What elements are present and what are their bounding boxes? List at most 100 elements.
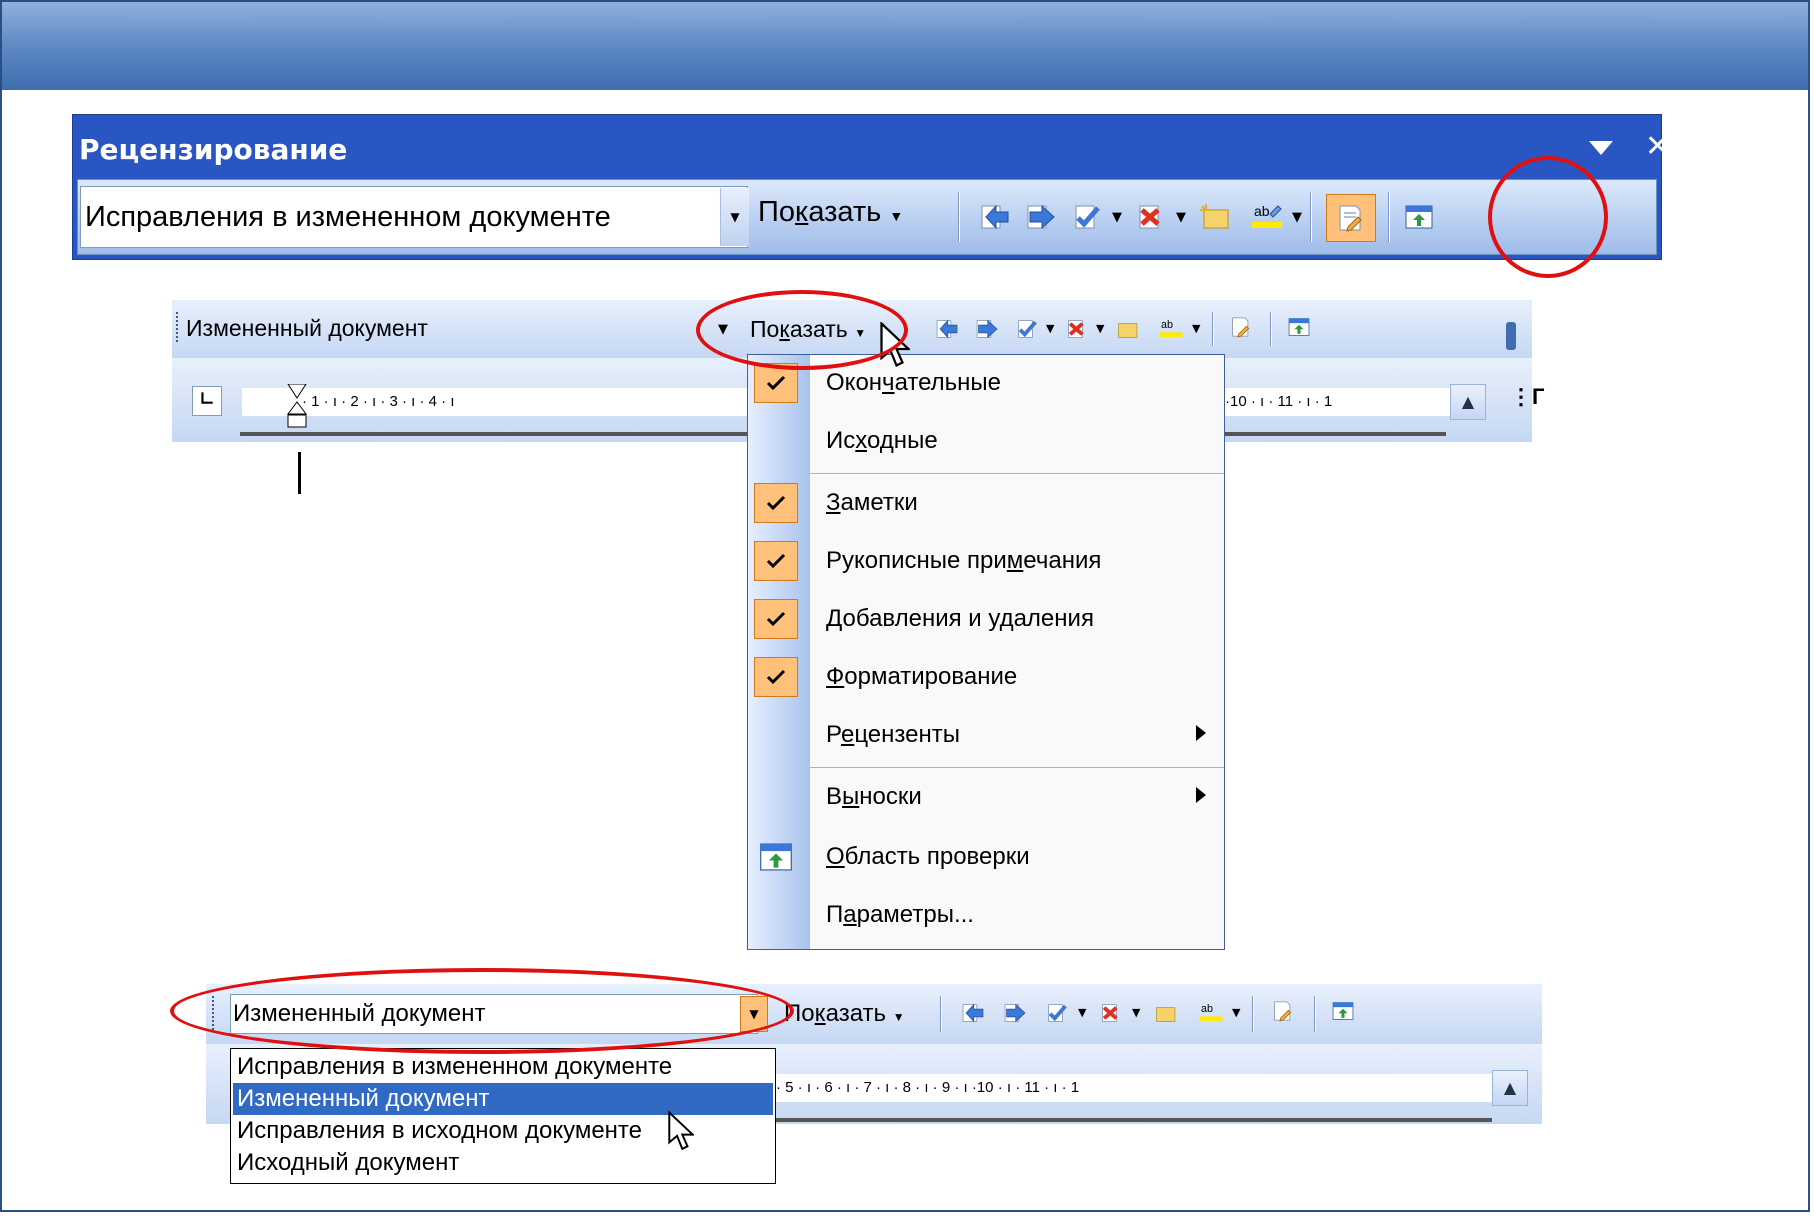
reviewing-pane-icon[interactable]	[1284, 314, 1314, 340]
ruler-ticks-bottom: · 5 · ı · 6 · ı · 7 · ı · 8 · ı · 9 · ı …	[776, 1079, 1080, 1096]
show-button-3[interactable]: Показать ▼	[784, 1000, 905, 1028]
previous-change-icon[interactable]	[976, 200, 1014, 234]
new-comment-icon[interactable]	[1112, 316, 1142, 342]
menu-item-balloons[interactable]: Выноски	[748, 771, 1224, 823]
toolbar-separator	[1310, 192, 1312, 242]
horizontal-ruler-bottom: · 5 · ı · 6 · ı · 7 · ı · 8 · ı · 9 · ı …	[776, 1074, 1496, 1102]
show-label-part1: По	[758, 196, 795, 228]
menu-item-label: Форматирование	[826, 663, 1018, 690]
submenu-arrow-icon	[1196, 787, 1206, 803]
accept-dropdown-arrow[interactable]: ▼	[1112, 210, 1122, 225]
menu-item-original[interactable]: Исходные	[748, 415, 1224, 467]
next-change-icon[interactable]	[1000, 1000, 1030, 1026]
reviewing-pane-icon[interactable]	[1400, 200, 1438, 234]
toolbar-separator	[1212, 312, 1214, 346]
ruler-ticks: · 1 · ı · 2 · ı · 3 · ı · 4 · ı	[302, 393, 455, 410]
horizontal-ruler: · 1 · ı · 2 · ı · 3 · ı · 4 · ı	[242, 388, 752, 416]
checkmark-icon	[754, 483, 798, 523]
highlight-dropdown-arrow[interactable]: ▼	[1192, 322, 1200, 335]
menu-item-label: Окончательные	[826, 369, 1002, 396]
show-label-hotkey-3: к	[814, 1000, 826, 1027]
close-icon[interactable]: ✕	[1645, 129, 1670, 164]
next-change-icon[interactable]	[1022, 200, 1060, 234]
new-comment-icon[interactable]	[1150, 1000, 1180, 1026]
highlight-icon[interactable]: ab	[1196, 998, 1226, 1024]
toolbar-separator	[940, 996, 942, 1032]
reject-change-icon[interactable]	[1062, 316, 1092, 342]
annotation-oval-show-button	[696, 290, 908, 370]
annotation-circle-track-changes	[1488, 156, 1608, 278]
show-label-part2-3: азать	[825, 1000, 887, 1027]
reject-dropdown-arrow[interactable]: ▼	[1132, 1006, 1140, 1019]
display-for-review-combo-2[interactable]: Измененный документ	[184, 310, 754, 348]
menu-item-options[interactable]: Параметры...	[748, 889, 1224, 941]
toolbar-separator	[1270, 312, 1272, 346]
reviewing-pane-icon[interactable]	[1328, 998, 1358, 1024]
submenu-arrow-icon	[1196, 725, 1206, 741]
scroll-up-button[interactable]: ▲	[1492, 1070, 1528, 1106]
reject-change-icon[interactable]	[1132, 200, 1170, 234]
toolbar-separator	[1314, 996, 1316, 1032]
ruler-ticks-right: ·10 · ı · 11 · ı · 1	[1225, 393, 1333, 410]
accept-change-icon[interactable]	[1042, 1000, 1072, 1026]
toolbar-overflow-icon[interactable]	[1506, 322, 1516, 350]
highlight-icon[interactable]: ab	[1156, 314, 1186, 340]
next-change-icon[interactable]	[972, 316, 1002, 342]
track-changes-icon[interactable]	[1326, 194, 1376, 242]
show-label-hotkey: к	[794, 196, 809, 228]
menu-item-label: Выноски	[826, 783, 922, 810]
list-option-final-showing-markup[interactable]: Исправления в измененном документе	[233, 1051, 773, 1083]
display-combo-dropdown-button[interactable]: ▼	[720, 188, 749, 246]
toolbar-options-icon[interactable]	[1589, 141, 1613, 155]
show-dropdown-arrow-3: ▼	[892, 1010, 905, 1024]
previous-change-icon[interactable]	[932, 316, 962, 342]
highlight-dropdown-arrow[interactable]: ▼	[1292, 210, 1302, 225]
display-for-review-list: Исправления в измененном документе Измен…	[230, 1048, 776, 1184]
track-changes-icon[interactable]	[1268, 998, 1298, 1024]
svg-text:ab: ab	[1161, 319, 1173, 331]
highlight-icon[interactable]: ab	[1248, 198, 1286, 232]
toolbar-separator	[1388, 192, 1390, 242]
show-dropdown-arrow: ▼	[889, 208, 904, 224]
annotation-oval-display-combo	[170, 968, 794, 1054]
horizontal-ruler-right: ·10 · ı · 11 · ı · 1	[1225, 388, 1451, 416]
mouse-pointer-icon	[668, 1110, 696, 1154]
tab-selector[interactable]: ∟	[192, 386, 222, 416]
svg-text:ab: ab	[1254, 203, 1270, 219]
accept-change-icon[interactable]	[1012, 316, 1042, 342]
menu-item-comments[interactable]: Заметки	[748, 477, 1224, 529]
show-button[interactable]: Показать ▼	[758, 196, 903, 229]
checkmark-icon	[754, 541, 798, 581]
document-text-cursor	[298, 452, 301, 494]
menu-item-label: Параметры...	[826, 901, 974, 928]
scroll-up-button[interactable]: ▲	[1450, 384, 1486, 420]
new-comment-icon[interactable]	[1196, 200, 1234, 234]
menu-item-formatting[interactable]: Форматирование	[748, 651, 1224, 703]
toolbar-grip[interactable]	[176, 312, 180, 342]
menu-item-label: Область проверки	[826, 843, 1030, 870]
menu-item-label: Заметки	[826, 489, 918, 516]
display-for-review-combo[interactable]: Исправления в измененном документе	[80, 186, 748, 248]
show-label-part2: азать	[808, 196, 882, 228]
reject-dropdown-arrow[interactable]: ▼	[1176, 210, 1186, 225]
reviewing-toolbar-floating: Рецензирование ✕ Исправления в измененно…	[72, 114, 1670, 260]
accept-dropdown-arrow[interactable]: ▼	[1046, 322, 1054, 335]
reject-dropdown-arrow[interactable]: ▼	[1096, 322, 1104, 335]
highlight-dropdown-arrow[interactable]: ▼	[1232, 1006, 1240, 1019]
show-menu: Окончательные Исходные Заметки Рукописны…	[747, 354, 1225, 950]
indent-marker[interactable]	[286, 383, 308, 428]
checkmark-icon	[754, 657, 798, 697]
reject-change-icon[interactable]	[1096, 1000, 1126, 1026]
previous-change-icon[interactable]	[958, 1000, 988, 1026]
accept-dropdown-arrow[interactable]: ▼	[1078, 1006, 1086, 1019]
menu-item-reviewing-pane[interactable]: Область проверки	[748, 831, 1224, 883]
menu-separator	[810, 473, 1224, 474]
pane-grip: ⋮Г	[1510, 384, 1545, 409]
document-edge	[776, 1118, 1492, 1122]
menu-item-reviewers[interactable]: Рецензенты	[748, 709, 1224, 761]
menu-item-label: Добавления и удаления	[826, 605, 1094, 632]
accept-change-icon[interactable]	[1068, 200, 1106, 234]
menu-item-insertions-deletions[interactable]: Добавления и удаления	[748, 593, 1224, 645]
track-changes-icon[interactable]	[1226, 314, 1256, 340]
menu-item-ink-annotations[interactable]: Рукописные примечания	[748, 535, 1224, 587]
